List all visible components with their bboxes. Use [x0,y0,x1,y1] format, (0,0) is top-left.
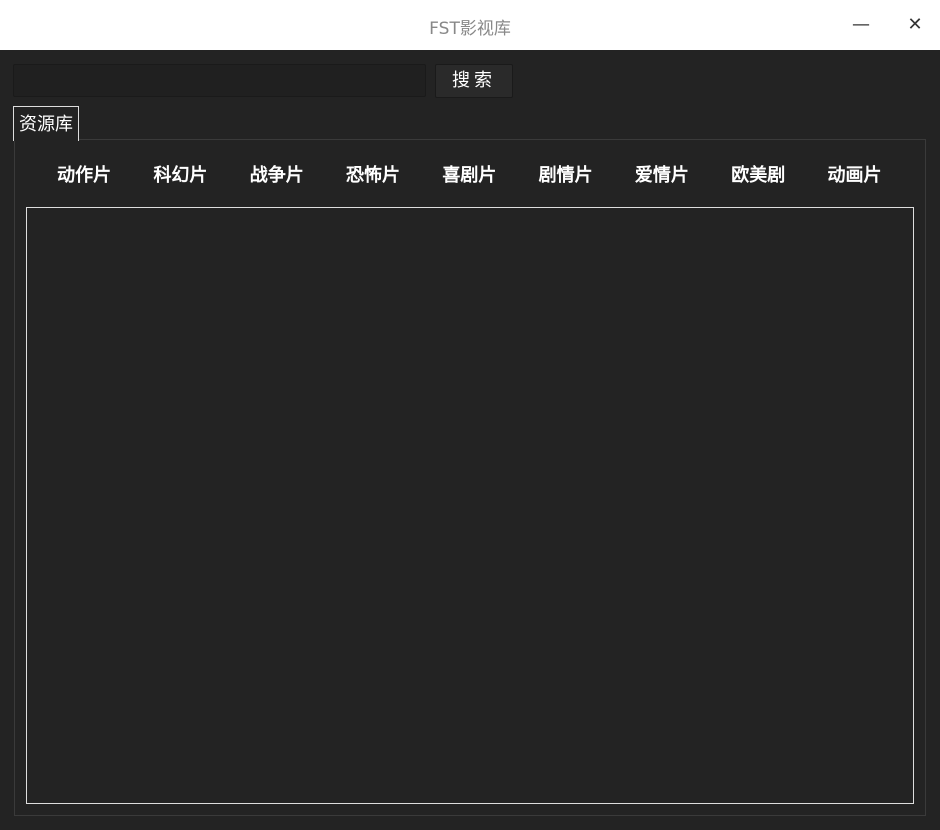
category-animation[interactable]: 动画片 [806,163,902,189]
category-comedy[interactable]: 喜剧片 [421,163,517,189]
close-icon[interactable]: ✕ [902,12,928,38]
category-drama[interactable]: 剧情片 [517,163,613,189]
search-button[interactable]: 搜索 [435,64,513,98]
results-list[interactable] [26,207,914,804]
category-scifi[interactable]: 科幻片 [132,163,228,189]
title-bar: FST影视库 — ✕ [0,0,940,50]
category-western-series[interactable]: 欧美剧 [710,163,806,189]
category-romance[interactable]: 爱情片 [614,163,710,189]
category-action[interactable]: 动作片 [36,163,132,189]
minimize-icon[interactable]: — [848,12,874,38]
window-title: FST影视库 [429,19,511,39]
category-war[interactable]: 战争片 [229,163,325,189]
category-bar: 动作片 科幻片 战争片 恐怖片 喜剧片 剧情片 爱情片 欧美剧 动画片 [36,163,906,189]
tab-resource-library[interactable]: 资源库 [13,106,79,141]
search-input[interactable] [13,64,426,97]
category-horror[interactable]: 恐怖片 [325,163,421,189]
